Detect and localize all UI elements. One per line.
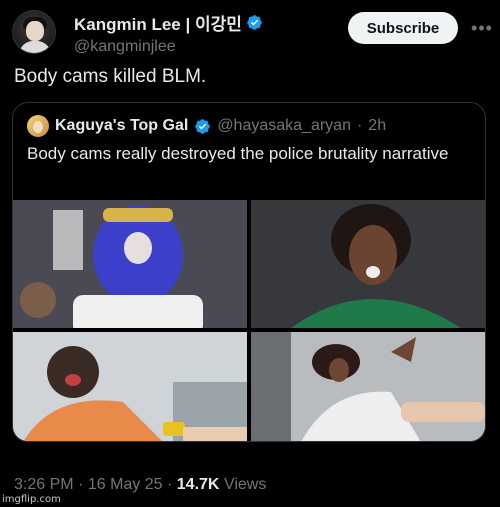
media-image-1[interactable] [13,200,247,328]
quoted-display-name: Kaguya's Top Gal [55,117,189,134]
tweet-text: Body cams killed BLM. [14,66,207,87]
author-names: Kangmin Lee | 이강민 @kangminjlee [74,10,263,56]
media-image-4[interactable] [251,332,485,441]
media-image-3[interactable] [13,332,247,441]
footer-separator-1: · [78,476,84,493]
tweet-date[interactable]: 16 May 25 [88,476,163,493]
more-horizontal-icon[interactable]: ••• [470,16,494,40]
quoted-separator: · [356,117,363,134]
avatar-face [26,21,44,41]
quoted-handle: @hayasaka_aryan [217,117,351,134]
views-label: Views [223,476,267,493]
tweet-header: Kangmin Lee | 이강민 @kangminjlee Subscribe… [12,8,492,55]
media-image-2-art [251,200,485,328]
subscribe-button[interactable]: Subscribe [348,12,458,44]
quoted-text: Body cams really destroyed the police br… [27,144,449,163]
media-image-2[interactable] [251,200,485,328]
tweet-footer: 3:26 PM · 16 May 25 · 14.7K Views [14,476,266,494]
quoted-header: Kaguya's Top Gal @hayasaka_aryan · 2h [27,115,386,137]
quoted-time: 2h [368,117,387,134]
tweet-time[interactable]: 3:26 PM [14,476,74,493]
author-display-name[interactable]: Kangmin Lee | 이강민 [74,10,242,35]
quoted-verified-badge-icon [195,118,211,134]
author-handle[interactable]: @kangminjlee [74,38,263,56]
author-avatar[interactable] [12,10,56,54]
imgflip-watermark: imgflip.com [2,494,61,505]
views-count: 14.7K [176,476,220,493]
media-grid [13,200,485,441]
display-name-row: Kangmin Lee | 이강민 [74,10,263,35]
verified-badge-icon [247,15,262,30]
quoted-tweet[interactable]: Kaguya's Top Gal @hayasaka_aryan · 2h Bo… [12,102,486,442]
media-image-3-art [13,332,247,441]
quoted-avatar [27,115,49,137]
media-image-4-art [251,332,485,441]
media-image-1-art [13,200,247,328]
footer-separator-2: · [167,476,173,493]
avatar-body [19,41,51,53]
